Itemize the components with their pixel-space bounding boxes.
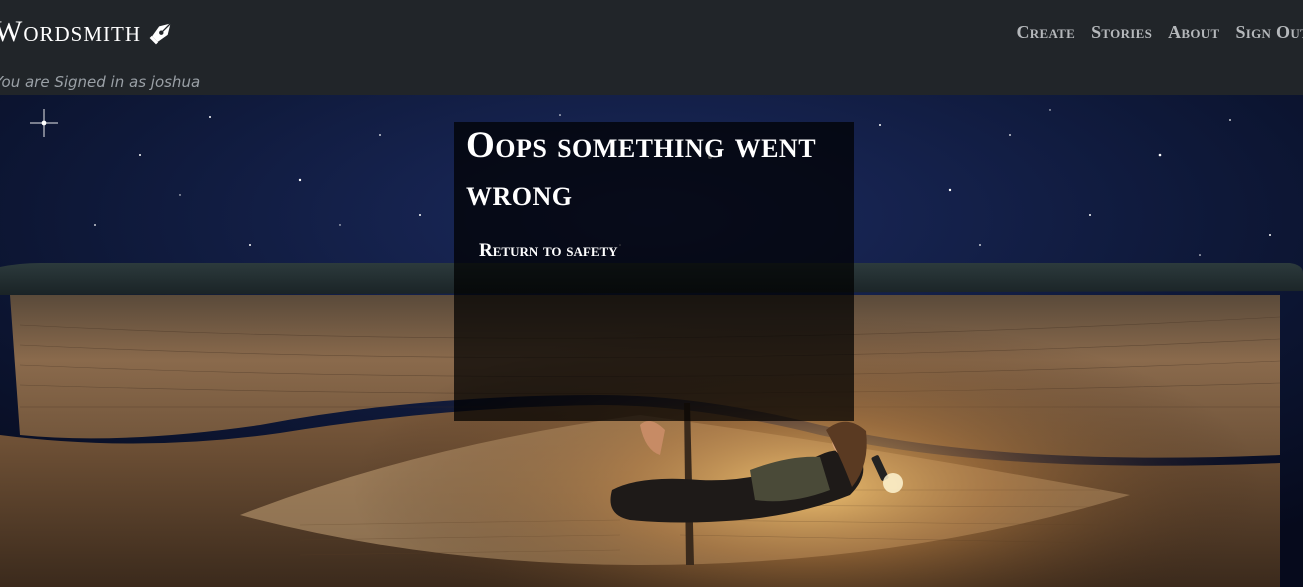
nav-about[interactable]: About xyxy=(1168,22,1219,43)
fountain-pen-icon xyxy=(149,18,175,46)
error-card: Oops something went wrong Return to safe… xyxy=(454,122,854,421)
signed-in-status: You are Signed in as joshua xyxy=(0,73,201,91)
brand-link[interactable]: Wordsmith xyxy=(0,10,175,54)
return-to-safety-link[interactable]: Return to safety xyxy=(479,240,618,262)
main-nav: Create Stories About Sign Out xyxy=(1016,22,1303,43)
nav-sign-out[interactable]: Sign Out xyxy=(1235,22,1303,43)
nav-stories[interactable]: Stories xyxy=(1091,22,1152,43)
navbar: Wordsmith You are Signed in as joshua Cr… xyxy=(0,0,1303,95)
error-title: Oops something went wrong xyxy=(466,125,817,214)
brand-name: Wordsmith xyxy=(0,15,141,48)
nav-create[interactable]: Create xyxy=(1016,22,1075,43)
